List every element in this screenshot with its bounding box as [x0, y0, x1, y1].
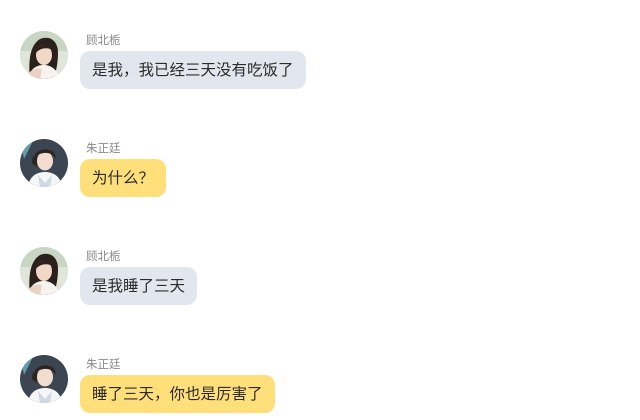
message-bubble: 睡了三天，你也是厉害了: [80, 375, 275, 413]
sender-name: 顾北栀: [86, 249, 121, 263]
girl-avatar-icon[interactable]: [20, 247, 68, 295]
message-bubble: 是我睡了三天: [80, 267, 198, 305]
sender-name: 朱正廷: [86, 357, 121, 371]
chat-thread: 顾北栀 是我，我已经三天没有吃饭了 朱正廷 为什么？ 顾北栀 是我睡了三天 朱正…: [0, 0, 640, 420]
message-bubble: 为什么？: [80, 159, 167, 197]
boy-avatar-icon[interactable]: [20, 139, 68, 187]
sender-name: 顾北栀: [86, 33, 121, 47]
boy-avatar-icon[interactable]: [20, 355, 68, 403]
girl-avatar-icon[interactable]: [20, 31, 68, 79]
message-bubble: 是我，我已经三天没有吃饭了: [80, 51, 306, 89]
sender-name: 朱正廷: [86, 141, 121, 155]
